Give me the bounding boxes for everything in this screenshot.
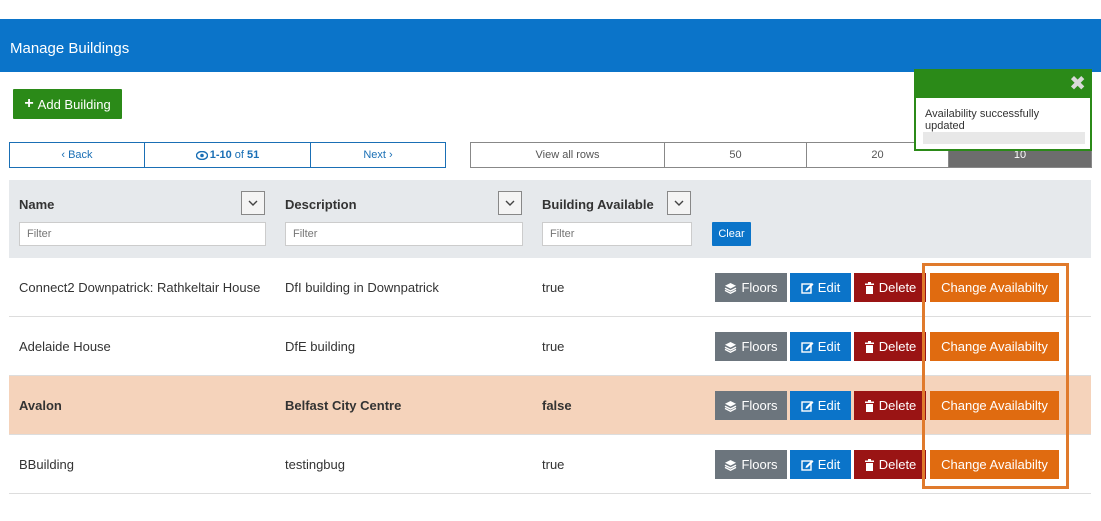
chevron-down-icon [505,200,515,206]
building-name-cell: Avalon [19,397,62,413]
edit-label: Edit [817,457,841,472]
trash-icon [864,281,874,294]
building-description-cell: DfI building in Downpatrick [285,279,439,295]
available-sort-button[interactable] [667,191,691,215]
edit-label: Edit [817,280,841,295]
add-building-label: Add Building [37,96,111,112]
column-name-header: Name [19,197,55,212]
building-description-cell: Belfast City Centre [285,397,402,413]
page-count: 1-10 of 51 [145,143,311,167]
layers-icon [725,341,737,353]
delete-button[interactable]: Delete [854,273,926,302]
toast-header: ✖ [916,71,1090,98]
layers-icon [725,282,737,294]
page-header: Manage Buildings [0,19,1101,72]
of-label: of [234,149,244,161]
success-toast: ✖ Availability successfully updated [914,69,1092,151]
page-range: 1-10 [209,149,232,161]
floors-button[interactable]: Floors [715,450,787,479]
edit-label: Edit [817,398,841,413]
layers-icon [725,400,737,412]
delete-label: Delete [878,457,917,472]
floors-label: Floors [741,280,778,295]
edit-label: Edit [817,339,841,354]
chevron-right-icon: › [388,149,393,161]
chevron-down-icon [248,200,258,206]
eye-icon [195,150,208,160]
pagination: ‹ Back 1-10 of 51 Next › [9,142,446,168]
available-filter-input[interactable] [542,222,692,246]
name-sort-button[interactable] [241,191,265,215]
name-filter-input[interactable] [19,222,266,246]
delete-label: Delete [878,398,917,413]
floors-label: Floors [741,398,778,413]
column-available-header: Building Available [542,197,654,212]
floors-label: Floors [741,339,778,354]
building-available-cell: false [542,397,572,413]
chevron-left-icon: ‹ [61,149,66,161]
layers-icon [725,459,737,471]
floors-button[interactable]: Floors [715,391,787,420]
table-header: Name Description Building Available Clea… [9,180,1091,258]
rows-option-all[interactable]: View all rows [471,143,665,167]
edit-button[interactable]: Edit [790,273,851,302]
trash-icon [864,458,874,471]
floors-label: Floors [741,457,778,472]
delete-button[interactable]: Delete [854,391,926,420]
total-count: 51 [246,149,260,161]
building-available-cell: true [542,456,565,472]
edit-button[interactable]: Edit [790,332,851,361]
building-name-cell: Connect2 Downpatrick: Rathkeltair House [19,279,261,295]
toast-progress-bar [923,132,1085,144]
add-building-button[interactable]: + Add Building [13,89,122,119]
toast-message: Availability successfully updated [925,108,1040,132]
edit-icon [801,282,814,294]
delete-label: Delete [878,339,917,354]
building-available-cell: true [542,338,565,354]
next-label: Next [363,149,386,161]
description-filter-input[interactable] [285,222,523,246]
floors-button[interactable]: Floors [715,332,787,361]
back-label: Back [68,149,93,161]
edit-button[interactable]: Edit [790,450,851,479]
edit-icon [801,459,814,471]
page-title: Manage Buildings [10,40,130,57]
edit-button[interactable]: Edit [790,391,851,420]
chevron-down-icon [674,200,684,206]
column-description-header: Description [285,197,357,212]
edit-icon [801,341,814,353]
building-description-cell: testingbug [285,456,345,472]
delete-button[interactable]: Delete [854,450,926,479]
floors-button[interactable]: Floors [715,273,787,302]
rows-option-50[interactable]: 50 [665,143,807,167]
building-name-cell: Adelaide House [19,338,111,354]
back-button[interactable]: ‹ Back [10,143,145,167]
delete-label: Delete [878,280,917,295]
plus-icon: + [24,95,34,112]
delete-button[interactable]: Delete [854,332,926,361]
clear-filters-button[interactable]: Clear [712,222,751,246]
close-icon[interactable]: ✖ [1069,73,1086,95]
trash-icon [864,340,874,353]
edit-icon [801,400,814,412]
trash-icon [864,399,874,412]
building-name-cell: BBuilding [19,456,74,472]
next-button[interactable]: Next › [311,143,445,167]
description-sort-button[interactable] [498,191,522,215]
building-description-cell: DfE building [285,338,356,354]
building-available-cell: true [542,279,565,295]
highlight-callout-box [922,263,1069,489]
